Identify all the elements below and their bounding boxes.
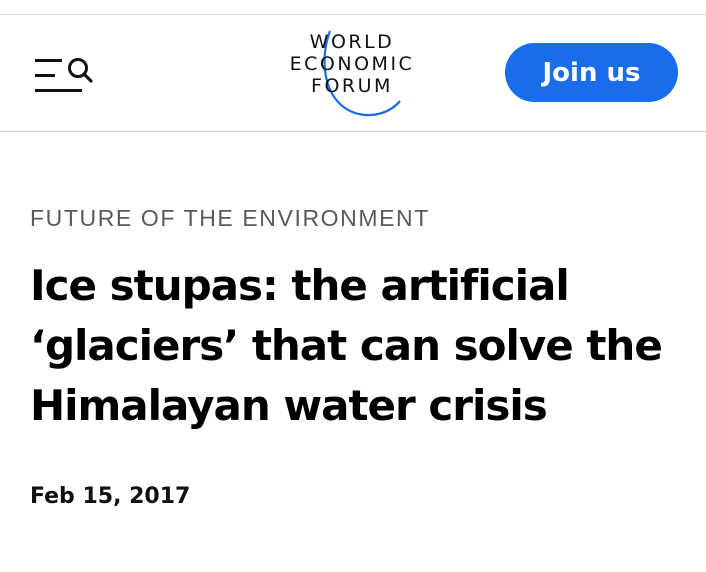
- menu-search-button[interactable]: [28, 53, 96, 99]
- logo-line-forum: FORUM: [311, 75, 393, 97]
- category-link[interactable]: FUTURE OF THE ENVIRONMENT: [30, 205, 430, 232]
- publish-date: Feb 15, 2017: [30, 484, 191, 509]
- join-us-button[interactable]: Join us: [505, 43, 678, 102]
- article-title: Ice stupas: the artificial ‘glaciers’ th…: [30, 261, 663, 430]
- page: WORLD ECONOMIC FORUM Join us FUTURE OF T…: [0, 0, 706, 572]
- logo-line-world: WORLD: [309, 31, 395, 53]
- menu-search-icon: [35, 58, 93, 92]
- wef-logo[interactable]: WORLD ECONOMIC FORUM: [272, 27, 432, 123]
- site-header: WORLD ECONOMIC FORUM Join us: [0, 15, 706, 132]
- logo-line-economic: ECONOMIC: [289, 53, 415, 75]
